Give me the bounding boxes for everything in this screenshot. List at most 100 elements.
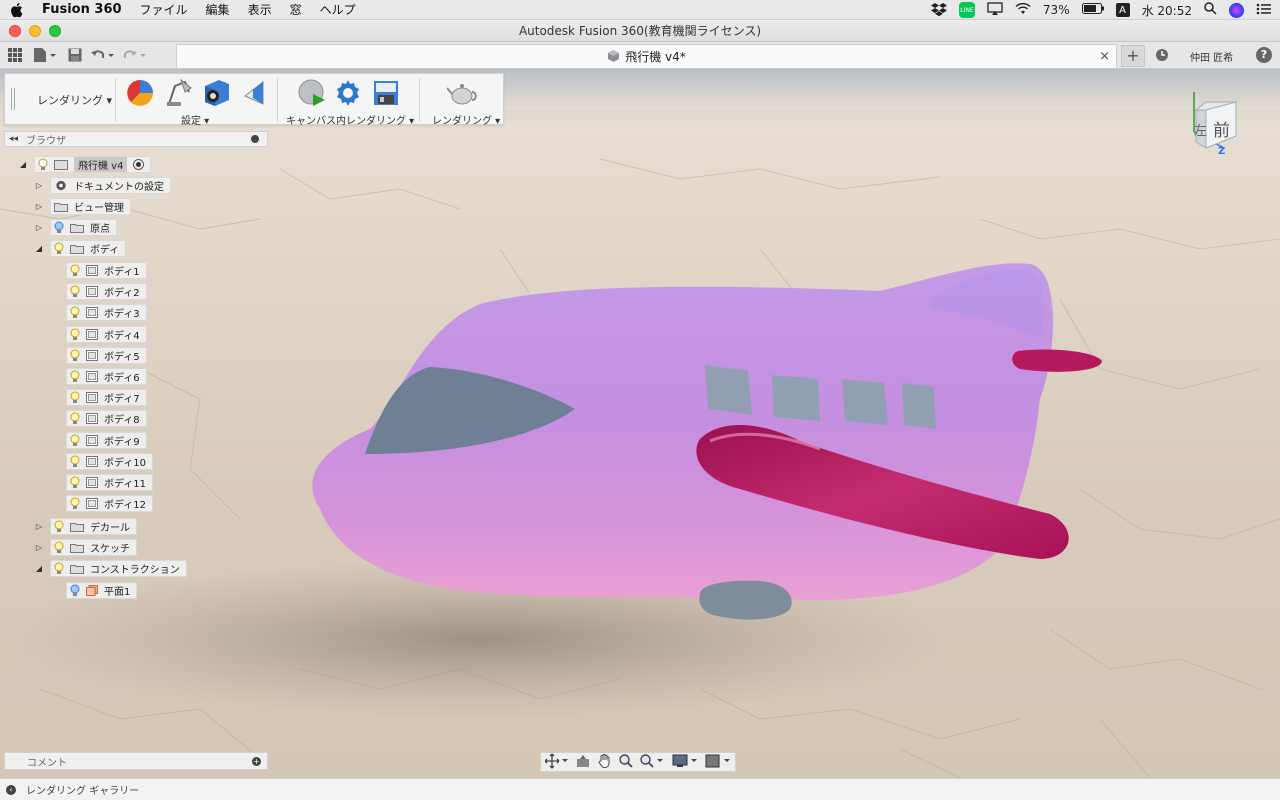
save-icon[interactable] — [64, 45, 86, 65]
tree-construction-row[interactable]: ◢ コンストラクション — [34, 560, 187, 577]
viewcube-left-face[interactable]: 左 — [1194, 120, 1207, 139]
orbit-icon[interactable] — [544, 753, 569, 772]
tree-decal-row[interactable]: ▷ デカール — [34, 518, 137, 535]
visibility-bulb-icon[interactable] — [70, 306, 80, 319]
grid-settings-icon[interactable] — [705, 754, 731, 771]
tree-view-row[interactable]: ▷ ビュー管理 — [34, 198, 131, 215]
airplay-icon[interactable] — [987, 1, 1003, 19]
siri-icon[interactable] — [1229, 2, 1244, 18]
close-window-button[interactable] — [9, 25, 21, 37]
spotlight-icon[interactable] — [1204, 2, 1217, 18]
viewcube-front-face[interactable]: 前 — [1213, 116, 1230, 141]
display-settings-icon[interactable] — [672, 754, 698, 771]
view-cube[interactable]: 左 前 Z — [1188, 88, 1238, 158]
tree-body-row[interactable]: ボディ7 — [50, 389, 147, 407]
render-settings-gear-icon[interactable] — [333, 78, 363, 108]
visibility-bulb-icon[interactable] — [70, 584, 80, 597]
tree-body-row[interactable]: ボディ9 — [50, 431, 147, 449]
add-comment-icon[interactable]: + — [252, 757, 261, 766]
visibility-bulb-icon[interactable] — [70, 285, 80, 298]
tree-body-row[interactable]: ボディ2 — [50, 283, 147, 301]
zoom-window-button[interactable] — [49, 25, 61, 37]
visibility-bulb-icon[interactable] — [54, 520, 64, 533]
visibility-bulb-icon[interactable] — [70, 370, 80, 383]
clock[interactable]: 水 20:52 — [1142, 2, 1192, 19]
tree-body-row[interactable]: ボディ1 — [50, 262, 147, 279]
visibility-bulb-icon[interactable] — [54, 242, 64, 255]
expanded-arrow-icon[interactable]: ◢ — [34, 563, 44, 573]
tree-body-row[interactable]: ボディ8 — [50, 410, 147, 428]
tree-body-row[interactable]: ボディ4 — [50, 325, 147, 343]
visibility-bulb-icon[interactable] — [70, 497, 80, 510]
tree-root-row[interactable]: ◢ 飛行機 v4 — [18, 156, 152, 173]
document-tab[interactable]: 飛行機 v4* × — [176, 44, 1117, 68]
collapsed-arrow-icon[interactable]: ▷ — [34, 180, 44, 190]
tree-sketch-row[interactable]: ▷ スケッチ — [34, 539, 137, 556]
data-panel-grid-icon[interactable] — [4, 45, 26, 65]
settings-group-label[interactable]: 設定 ▾ — [181, 112, 209, 127]
menu-help[interactable]: ヘルプ — [320, 1, 356, 18]
tree-body-row[interactable]: ボディ12 — [50, 495, 154, 513]
visibility-bulb-icon[interactable] — [70, 349, 80, 362]
scene-settings-icon[interactable] — [163, 78, 193, 108]
collapsed-arrow-icon[interactable]: ▷ — [34, 222, 44, 232]
workspace-switcher[interactable]: レンダリング ▾ — [37, 92, 112, 108]
visibility-bulb-icon[interactable] — [70, 264, 80, 277]
render-teapot-icon[interactable] — [446, 78, 477, 108]
new-tab-button[interactable]: + — [1121, 45, 1145, 67]
redo-icon[interactable] — [122, 45, 150, 65]
tree-body-row[interactable]: ボディ5 — [50, 346, 147, 364]
visibility-bulb-icon[interactable] — [70, 412, 80, 425]
visibility-bulb-icon[interactable] — [54, 221, 64, 234]
collapsed-arrow-icon[interactable]: ▷ — [34, 542, 44, 552]
comments-panel[interactable]: コメント + — [4, 752, 268, 770]
expanded-arrow-icon[interactable]: ◢ — [34, 243, 44, 253]
keyboard-input-icon[interactable]: A — [1115, 3, 1130, 17]
render-group-label[interactable]: レンダリング ▾ — [432, 112, 500, 127]
line-icon[interactable]: LINE — [958, 2, 975, 18]
visibility-bulb-icon[interactable] — [54, 562, 64, 575]
gallery-toggle-icon[interactable]: ‹ — [6, 784, 16, 795]
appearance-icon[interactable] — [125, 78, 155, 108]
visibility-bulb-icon[interactable] — [70, 455, 80, 468]
zoom-icon[interactable] — [619, 753, 633, 771]
expanded-arrow-icon[interactable]: ◢ — [18, 159, 28, 169]
tree-body-row[interactable]: ボディ3 — [50, 304, 147, 322]
help-icon[interactable]: ? — [1256, 47, 1272, 63]
tree-body-row[interactable]: ボディ10 — [50, 452, 154, 470]
tree-origin-row[interactable]: ▷ 原点 — [34, 219, 117, 236]
fit-zoom-icon[interactable] — [640, 753, 664, 771]
in-canvas-render-group-label[interactable]: キャンバス内レンダリング ▾ — [286, 112, 414, 127]
decal-icon[interactable] — [239, 78, 269, 108]
visibility-bulb-icon[interactable] — [54, 541, 64, 554]
visibility-bulb-icon[interactable] — [70, 391, 80, 404]
menu-file[interactable]: ファイル — [140, 1, 188, 18]
tree-body-row[interactable]: ボディ6 — [50, 368, 147, 385]
job-status-clock-icon[interactable] — [1155, 48, 1169, 65]
minimize-window-button[interactable] — [29, 25, 41, 37]
collapsed-arrow-icon[interactable]: ▷ — [34, 521, 44, 531]
collapsed-arrow-icon[interactable]: ▷ — [34, 201, 44, 211]
battery-icon[interactable] — [1081, 3, 1104, 17]
render-gallery-bar[interactable]: ‹ レンダリング ギャラリー — [0, 778, 1280, 800]
visibility-bulb-icon[interactable] — [38, 158, 48, 171]
in-canvas-render-icon[interactable] — [297, 78, 327, 108]
wifi-icon[interactable] — [1015, 2, 1031, 18]
menu-window[interactable]: 窓 — [290, 1, 302, 18]
pan-hand-icon[interactable] — [598, 753, 612, 771]
user-name[interactable]: 仲田 匠希 — [1190, 49, 1233, 64]
visibility-bulb-icon[interactable] — [70, 476, 80, 489]
menu-app-name[interactable]: Fusion 360 — [42, 2, 122, 17]
apple-icon[interactable] — [10, 2, 24, 18]
browser-panel-header[interactable]: ◂◂ ブラウザ — [4, 131, 268, 147]
menu-edit[interactable]: 編集 — [206, 1, 230, 18]
tree-doc-settings-row[interactable]: ▷ ドキュメントの設定 — [34, 177, 171, 194]
visibility-bulb-icon[interactable] — [70, 328, 80, 341]
tree-body-row[interactable]: ボディ11 — [50, 474, 154, 491]
file-menu-icon[interactable] — [30, 45, 60, 65]
canvas-viewport[interactable]: 左 前 Z — [0, 69, 1280, 778]
browser-pin-icon[interactable] — [251, 135, 259, 143]
texture-map-icon[interactable] — [201, 78, 231, 108]
menu-view[interactable]: 表示 — [248, 1, 272, 18]
undo-icon[interactable] — [90, 45, 118, 65]
